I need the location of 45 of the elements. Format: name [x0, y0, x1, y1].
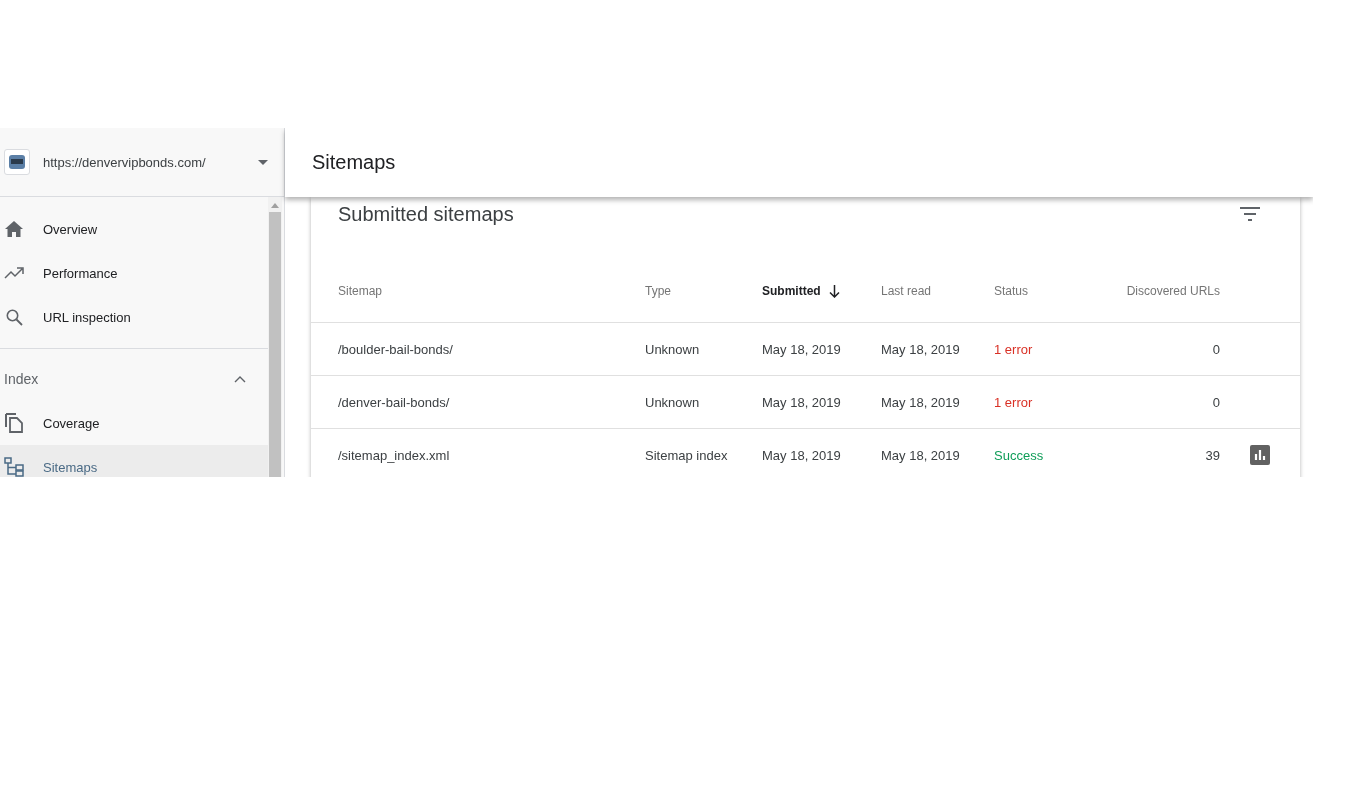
- column-header[interactable]: Submitted: [762, 284, 881, 298]
- search-icon: [5, 308, 23, 326]
- table-cell: Unknown: [645, 341, 700, 357]
- scrollbar-thumb[interactable]: [269, 212, 281, 477]
- nav-item[interactable]: Coverage: [0, 401, 268, 445]
- table-cell: 39: [1205, 447, 1220, 463]
- table-cell: Unknown: [645, 394, 700, 410]
- property-url[interactable]: https://denvervipbonds.com/: [43, 154, 258, 170]
- filter-icon[interactable]: [1240, 207, 1260, 221]
- status-text: 1 error: [994, 341, 1033, 357]
- dropdown-caret-icon[interactable]: [258, 159, 268, 165]
- sitemap-tree-icon: [4, 457, 24, 477]
- table-cell: Sitemap index: [645, 447, 728, 463]
- bar-chart-icon[interactable]: [1250, 445, 1270, 465]
- site-favicon-icon: [8, 154, 26, 170]
- section-label: Index: [4, 371, 40, 387]
- column-header[interactable]: Sitemap: [338, 284, 383, 298]
- column-header[interactable]: Last read: [881, 284, 932, 298]
- table-cell: May 18, 2019: [881, 341, 960, 357]
- table-cell: /boulder-bail-bonds/: [338, 341, 453, 357]
- table-cell: May 18, 2019: [762, 394, 841, 410]
- status-text: Success: [994, 447, 1044, 463]
- table-cell: May 18, 2019: [881, 447, 960, 463]
- nav-item[interactable]: Sitemaps: [0, 445, 268, 477]
- table-cell: 0: [1212, 394, 1220, 410]
- nav-item[interactable]: Performance: [0, 251, 268, 295]
- table-cell: /sitemap_index.xml: [338, 447, 450, 463]
- trend-line-icon: [4, 267, 24, 279]
- copy-icon: [5, 413, 23, 433]
- column-header[interactable]: Type: [645, 284, 671, 298]
- status-text: 1 error: [994, 394, 1033, 410]
- nav-item[interactable]: Overview: [0, 207, 268, 251]
- home-icon: [5, 221, 23, 237]
- table-cell: May 18, 2019: [762, 447, 841, 463]
- chevron-up-icon[interactable]: [234, 375, 246, 383]
- page-title: Sitemaps: [312, 151, 396, 174]
- table-cell: May 18, 2019: [762, 341, 841, 357]
- nav-item[interactable]: URL inspection: [0, 295, 268, 339]
- column-header[interactable]: Status: [994, 284, 1029, 298]
- card-title: Submitted sitemaps: [338, 202, 515, 226]
- table-cell: 0: [1212, 341, 1220, 357]
- table-cell: /denver-bail-bonds/: [338, 394, 450, 410]
- column-header[interactable]: Discovered URLs: [1126, 284, 1220, 298]
- sort-down-arrow-icon[interactable]: [828, 284, 840, 298]
- table-cell: May 18, 2019: [881, 394, 960, 410]
